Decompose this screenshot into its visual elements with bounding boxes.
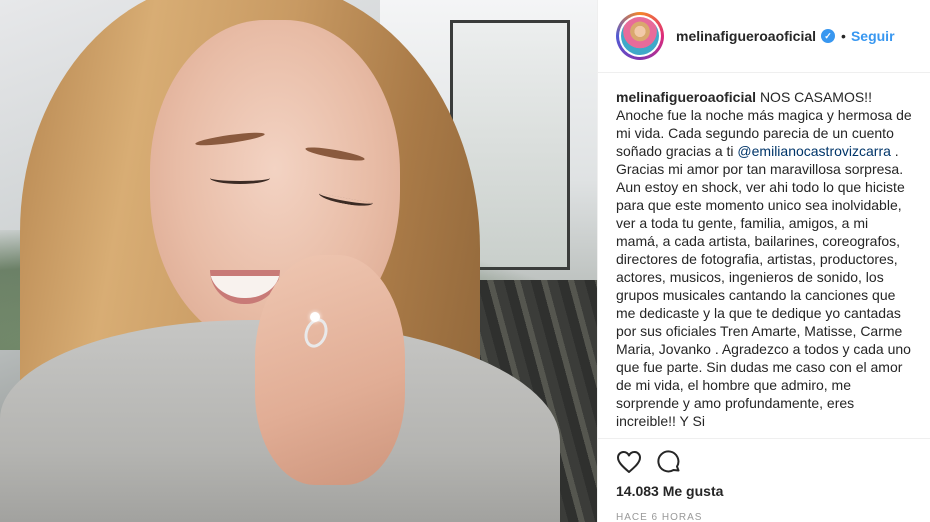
- post-actions: 14.083 Me gusta HACE 6 HORAS: [598, 438, 930, 522]
- header-username[interactable]: melinafigueroaoficial: [676, 28, 816, 44]
- follow-button[interactable]: Seguir: [851, 28, 895, 44]
- post-header: melinafigueroaoficial ✓ • Seguir: [598, 0, 930, 73]
- likes-count[interactable]: 14.083 Me gusta: [616, 483, 913, 499]
- action-icons: [616, 439, 913, 485]
- header-separator: •: [841, 28, 846, 44]
- avatar[interactable]: [616, 12, 664, 60]
- caption-username[interactable]: melinafigueroaoficial: [616, 89, 756, 105]
- verified-check-icon: ✓: [821, 29, 836, 43]
- avatar-ring: [619, 15, 661, 57]
- post-photo[interactable]: [0, 0, 597, 522]
- photo-ring-stone: [310, 312, 320, 322]
- post-timestamp[interactable]: HACE 6 HORAS: [616, 512, 913, 522]
- instagram-post: melinafigueroaoficial ✓ • Seguir melinaf…: [0, 0, 930, 522]
- post-side-panel: melinafigueroaoficial ✓ • Seguir melinaf…: [597, 0, 930, 522]
- heart-icon[interactable]: [616, 449, 642, 475]
- caption: melinafigueroaoficial NOS CASAMOS!! Anoc…: [616, 88, 913, 430]
- comment-icon[interactable]: [656, 449, 682, 475]
- caption-mention-link[interactable]: @emilianocastrovizcarra: [737, 143, 890, 159]
- photo-hand: [255, 255, 405, 485]
- caption-scroll-area[interactable]: melinafigueroaoficial NOS CASAMOS!! Anoc…: [598, 74, 930, 438]
- avatar-image: [621, 17, 659, 55]
- caption-text-part-2: . Gracias mi amor por tan maravillosa so…: [616, 143, 911, 429]
